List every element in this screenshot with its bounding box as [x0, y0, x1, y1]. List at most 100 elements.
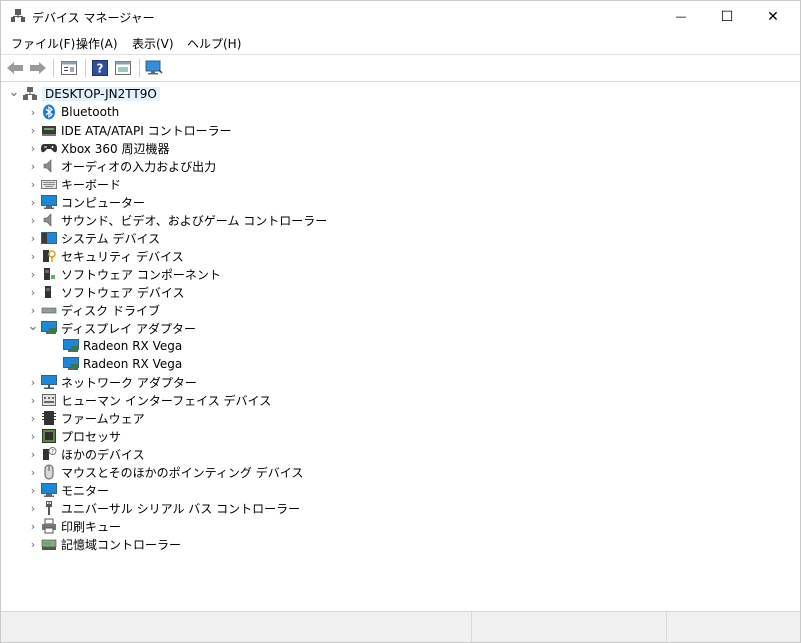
expand-icon[interactable]: ›	[25, 427, 41, 445]
tree-item-label: ディスプレイ アダプター	[61, 321, 196, 336]
toolbar-separator	[85, 59, 86, 77]
tree-item-usb-controllers[interactable]: › ユニバーサル シリアル バス コントローラー	[25, 499, 300, 517]
minimize-button[interactable]: —	[658, 1, 704, 32]
ide-controller-icon	[42, 126, 56, 136]
tree-item-label: セキュリティ デバイス	[61, 249, 184, 264]
tree-item-other-devices[interactable]: › ? ほかのデバイス	[25, 445, 145, 463]
tree-item-label: キーボード	[61, 177, 122, 192]
expand-icon[interactable]: ›	[25, 481, 41, 499]
maximize-button[interactable]: ☐	[704, 1, 750, 32]
expand-icon[interactable]: ›	[25, 463, 41, 481]
expand-icon[interactable]: ›	[25, 283, 41, 301]
tree-item-label: ソフトウェア デバイス	[61, 285, 185, 300]
tree-item-monitors[interactable]: › モニター	[25, 481, 109, 499]
expand-icon[interactable]: ›	[25, 247, 41, 265]
storage-controller-icon	[41, 539, 57, 550]
disk-drive-icon	[41, 307, 57, 314]
tree-item-bluetooth[interactable]: › Bluetooth	[25, 103, 119, 121]
expand-icon[interactable]: ›	[25, 193, 41, 211]
tree-item-xbox-360[interactable]: › Xbox 360 周辺機器	[25, 139, 170, 157]
tree-item-human-interface-devices[interactable]: › ヒューマン インターフェイス デバイス	[25, 391, 271, 409]
software-component-icon	[44, 268, 55, 280]
tree-item-label: コンピューター	[61, 195, 146, 210]
tree-item-storage-controllers[interactable]: › 記憶域コントローラー	[25, 535, 181, 553]
update-driver-button[interactable]	[113, 58, 133, 78]
tree-item-display-adapters[interactable]: ⌄ ディスプレイ アダプター	[25, 319, 196, 337]
other-device-icon: ?	[43, 447, 57, 460]
tree-item-radeon-rx-vega[interactable]: Radeon RX Vega	[63, 337, 182, 355]
tree-item-processors[interactable]: › プロセッサ	[25, 427, 121, 445]
tree-item-keyboard[interactable]: › キーボード	[25, 175, 121, 193]
mouse-icon	[44, 464, 54, 480]
tree-root-label: DESKTOP-JN2TT9O	[42, 87, 160, 101]
expand-icon[interactable]: ›	[25, 391, 41, 409]
back-button[interactable]	[5, 58, 25, 78]
keyboard-icon	[41, 180, 57, 189]
tree-item-label: ほかのデバイス	[61, 447, 145, 462]
tree-item-security-devices[interactable]: › セキュリティ デバイス	[25, 247, 184, 265]
toolbar-separator	[139, 59, 140, 77]
toolbar: ?	[1, 55, 800, 81]
svg-text:?: ?	[97, 62, 104, 76]
software-device-icon	[45, 286, 51, 298]
expand-icon[interactable]: ›	[25, 175, 41, 193]
tree-item-firmware[interactable]: › ファームウェア	[25, 409, 145, 427]
expand-icon[interactable]: ›	[25, 409, 41, 427]
tree-item-label: ディスク ドライブ	[61, 303, 160, 318]
tree-item-print-queues[interactable]: › 印刷キュー	[25, 517, 121, 535]
printer-icon	[42, 518, 56, 534]
sound-icon	[43, 213, 52, 227]
tree-item-label: マウスとそのほかのポインティング デバイス	[61, 465, 304, 480]
properties-button[interactable]	[59, 58, 79, 78]
speaker-icon	[43, 159, 52, 173]
tree-item-audio-io[interactable]: › オーディオの入力および出力	[25, 157, 216, 175]
expand-icon[interactable]: ›	[25, 229, 41, 247]
close-button[interactable]: ✕	[750, 1, 796, 32]
expand-icon[interactable]: ›	[25, 373, 41, 391]
title-bar[interactable]: デバイス マネージャー — ☐ ✕	[1, 1, 800, 32]
expand-icon[interactable]: ›	[25, 157, 41, 175]
gamepad-icon	[41, 144, 57, 153]
hid-icon	[42, 394, 56, 406]
tree-item-network-adapters[interactable]: › ネットワーク アダプター	[25, 373, 197, 391]
update-driver-icon	[115, 61, 131, 75]
menu-help[interactable]: ヘルプ(H)	[187, 35, 241, 52]
expand-icon[interactable]: ›	[25, 535, 41, 553]
tree-item-sound-video-game[interactable]: › サウンド、ビデオ、およびゲーム コントローラー	[25, 211, 327, 229]
tree-item-mice[interactable]: › マウスとそのほかのポインティング デバイス	[25, 463, 303, 481]
tree-item-system-devices[interactable]: › システム デバイス	[25, 229, 160, 247]
tree-item-label: モニター	[61, 483, 110, 498]
scan-hardware-button[interactable]	[144, 58, 164, 78]
forward-button[interactable]	[28, 58, 48, 78]
device-manager-icon	[11, 9, 25, 22]
tree-item-software-components[interactable]: › ソフトウェア コンポーネント	[25, 265, 221, 283]
tree-item-label: サウンド、ビデオ、およびゲーム コントローラー	[61, 213, 328, 228]
tree-item-radeon-rx-vega[interactable]: Radeon RX Vega	[63, 355, 182, 373]
tree-item-computer[interactable]: › コンピューター	[25, 193, 145, 211]
expand-icon[interactable]: ›	[25, 121, 41, 139]
display-adapter-icon	[63, 339, 79, 352]
tree-item-disk-drives[interactable]: › ディスク ドライブ	[25, 301, 160, 319]
tree-root[interactable]: ⌄ DESKTOP-JN2TT9O	[6, 85, 160, 103]
menu-view[interactable]: 表示(V)	[132, 35, 174, 52]
minimize-icon: —	[675, 10, 687, 23]
tree-item-software-devices[interactable]: › ソフトウェア デバイス	[25, 283, 185, 301]
expand-icon[interactable]: ›	[25, 445, 41, 463]
maximize-icon: ☐	[720, 8, 734, 25]
expand-icon[interactable]: ›	[25, 265, 41, 283]
collapse-icon[interactable]: ⌄	[25, 317, 41, 335]
expand-icon[interactable]: ›	[25, 139, 41, 157]
expand-icon[interactable]: ›	[25, 103, 41, 121]
tree-item-label: ヒューマン インターフェイス デバイス	[61, 393, 272, 408]
help-button[interactable]: ?	[90, 58, 110, 78]
bluetooth-icon	[43, 104, 55, 120]
menu-file[interactable]: ファイル(F)	[11, 35, 75, 52]
processor-icon	[42, 429, 56, 443]
menu-action[interactable]: 操作(A)	[76, 35, 118, 52]
expand-icon[interactable]: ›	[25, 517, 41, 535]
collapse-icon[interactable]: ⌄	[6, 83, 22, 101]
expand-icon[interactable]: ›	[25, 499, 41, 517]
tree-item-ide-controller[interactable]: › IDE ATA/ATAPI コントローラー	[25, 121, 232, 139]
display-adapter-icon	[41, 321, 57, 334]
expand-icon[interactable]: ›	[25, 211, 41, 229]
